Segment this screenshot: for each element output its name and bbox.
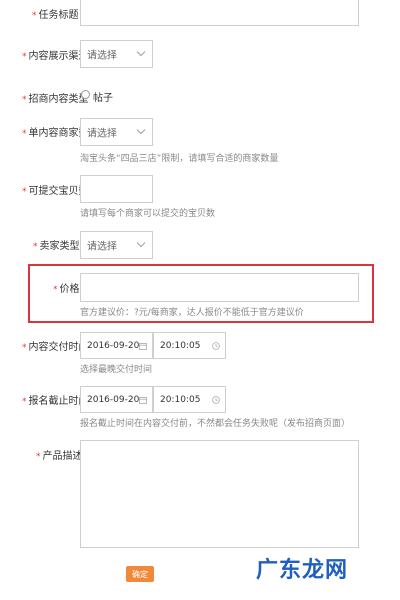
required-star: * [22,397,27,407]
confirm-button[interactable]: 确定 [126,566,154,582]
required-star: * [33,242,38,252]
signup-deadline-label: * 报名截止时间 [22,396,89,407]
required-star: * [22,187,27,197]
content-type-label: * 招商内容类型 [22,94,89,105]
required-star: * [22,129,27,139]
delivery-time-label: * 内容交付时间 [22,342,89,353]
chevron-down-icon [136,129,146,135]
signup-deadline-time-input[interactable]: 20:10:05 [153,386,226,413]
watermark-text: 广东龙网 [256,558,349,583]
calendar-icon [139,396,147,404]
task-title-input[interactable] [80,0,359,26]
price-hint: 官方建议价：?元/每商家，达人报价不能低于官方建议价 [80,308,304,318]
content-type-option-label[interactable]: 帖子 [93,89,113,104]
submit-items-hint: 请填写每个商家可以提交的宝贝数 [80,209,216,219]
seller-type-label: * 卖家类型 [33,241,80,252]
submit-items-input[interactable] [80,175,153,203]
required-star: * [22,52,27,62]
submit-items-label: * 可提交宝贝数 [22,186,89,197]
merchants-per-content-select[interactable]: 请选择 [80,118,153,146]
required-star: * [53,285,58,295]
delivery-time-input[interactable]: 20:10:05 [153,332,226,359]
calendar-icon [139,342,147,350]
description-textarea[interactable] [80,440,359,548]
description-label: * 产品描述 [36,451,83,462]
clock-icon [212,341,220,350]
task-title-label: * 任务标题 [32,10,79,21]
price-label: * 价格 [53,284,80,295]
seller-type-select[interactable]: 请选择 [80,231,153,259]
merchants-per-content-label: * 单内容商家数 [22,128,89,139]
delivery-date-input[interactable]: 2016-09-20 [80,332,153,359]
content-type-radio[interactable] [81,90,90,99]
signup-deadline-hint: 报名截止时间在内容交付前，不然都会任务失败呢（发布招商页面） [80,419,351,429]
required-star: * [36,452,41,462]
display-channel-label: * 内容展示渠道 [22,51,89,62]
price-input[interactable] [80,273,359,302]
delivery-time-hint: 选择最晚交付时间 [80,365,153,375]
required-star: * [32,11,37,21]
merchants-per-content-hint: 淘宝头条“四品三店”限制，请填写合适的商家数量 [80,154,279,164]
signup-deadline-date-input[interactable]: 2016-09-20 [80,386,153,413]
chevron-down-icon [136,242,146,248]
required-star: * [22,95,27,105]
chevron-down-icon [136,51,146,57]
required-star: * [22,343,27,353]
display-channel-select[interactable]: 请选择 [80,40,153,68]
clock-icon [212,395,220,404]
